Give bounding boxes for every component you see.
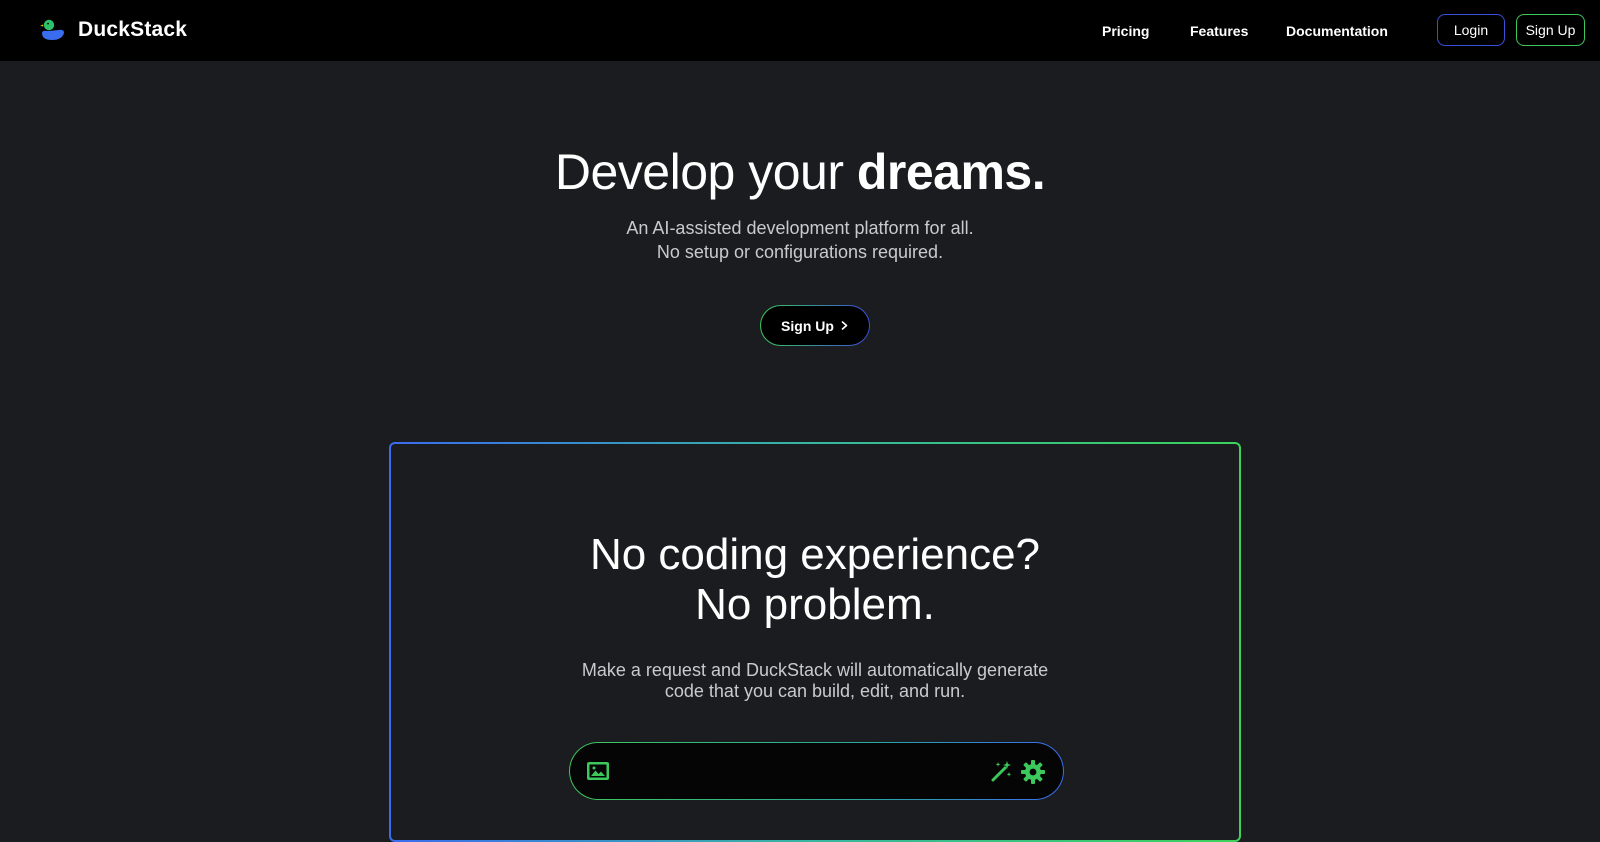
nav-signup-button[interactable]: Sign Up xyxy=(1516,14,1585,46)
nav-link-documentation[interactable]: Documentation xyxy=(1286,23,1388,39)
feature-subtitle-line-1: Make a request and DuckStack will automa… xyxy=(581,660,1049,680)
nav-link-features[interactable]: Features xyxy=(1190,23,1248,39)
chevron-right-icon xyxy=(841,321,848,330)
brand[interactable]: DuckStack xyxy=(40,16,187,44)
feature-subtitle-line-2: code that you can build, edit, and run. xyxy=(664,681,966,701)
duck-logo-icon xyxy=(40,19,64,40)
hero-title: Develop your dreams. xyxy=(0,143,1600,201)
feature-card: No coding experience? No problem. Make a… xyxy=(389,442,1241,842)
hero-subtitle-line-2: No setup or configurations required. xyxy=(656,242,944,262)
brand-name: DuckStack xyxy=(78,18,188,41)
image-icon[interactable] xyxy=(586,760,610,782)
hero-signup-label: Sign Up xyxy=(781,317,834,334)
prompt-input[interactable] xyxy=(620,757,990,785)
hero-title-bold: dreams. xyxy=(856,144,1046,200)
magic-wand-icon[interactable] xyxy=(990,760,1013,783)
feature-title: No coding experience? No problem. xyxy=(391,530,1239,630)
feature-title-line-1: No coding experience? xyxy=(589,530,1041,579)
login-button[interactable]: Login xyxy=(1437,14,1505,46)
nav-link-pricing[interactable]: Pricing xyxy=(1102,23,1149,39)
feature-subtitle: Make a request and DuckStack will automa… xyxy=(391,660,1239,702)
gear-icon[interactable] xyxy=(1020,759,1046,785)
hero-subtitle: An AI-assisted development platform for … xyxy=(0,216,1600,264)
feature-title-line-2: No problem. xyxy=(695,580,935,629)
hero-subtitle-line-1: An AI-assisted development platform for … xyxy=(626,218,974,238)
prompt-bar xyxy=(569,742,1064,800)
hero-signup-button[interactable]: Sign Up xyxy=(760,305,870,346)
hero-title-prefix: Develop your xyxy=(554,144,857,200)
top-navbar: DuckStack Pricing Features Documentation… xyxy=(0,0,1600,61)
